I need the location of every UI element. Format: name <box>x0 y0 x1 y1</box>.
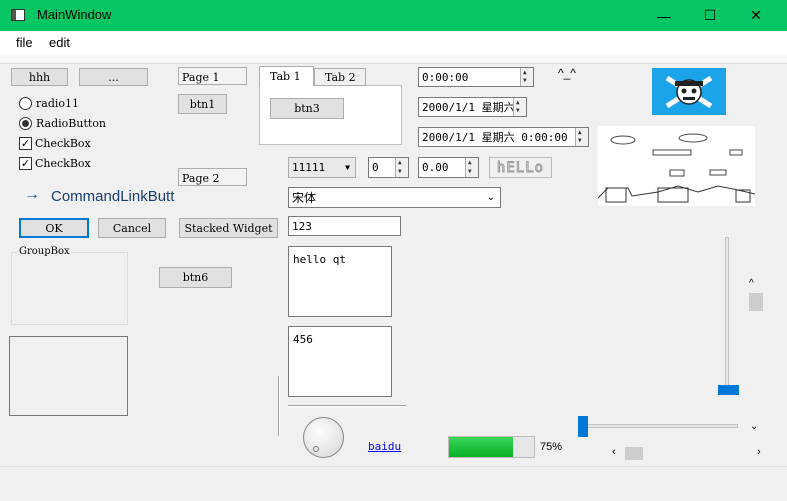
radiobutton-label: RadioButton <box>36 117 106 130</box>
chevron-right-icon[interactable]: › <box>757 446 761 458</box>
date-edit-spin[interactable] <box>513 98 526 116</box>
chevron-down-icon: ▼ <box>345 163 350 172</box>
stacked-widget-button[interactable]: Stacked Widget <box>179 218 278 238</box>
time-edit[interactable]: 0:00:00 <box>418 67 534 87</box>
dial-notch <box>313 446 319 452</box>
time-edit-value: 0:00:00 <box>422 70 469 84</box>
vertical-slider-track <box>725 237 729 395</box>
checkbox-1-label: CheckBox <box>35 137 91 150</box>
btn1-button[interactable]: btn1 <box>178 94 227 114</box>
checkbox-1[interactable]: ✓ <box>19 137 32 150</box>
checkbox-2-label: CheckBox <box>35 157 91 170</box>
spin-box-arrows[interactable] <box>395 158 408 177</box>
frame <box>9 336 128 416</box>
checkbox-2[interactable]: ✓ <box>19 157 32 170</box>
arrow-right-icon: → <box>24 186 40 203</box>
vertical-line <box>278 376 280 436</box>
text-edit-1[interactable]: hello qt <box>288 246 392 317</box>
btn3-button[interactable]: btn3 <box>270 98 344 119</box>
combo-box-value: 11111 <box>292 161 326 174</box>
time-edit-spin[interactable] <box>520 68 533 86</box>
datetime-edit-value: 2000/1/1 星期六 0:00:00 <box>422 131 568 144</box>
window-title: MainWindow <box>37 7 112 22</box>
double-spin-box-arrows[interactable] <box>465 158 478 177</box>
datetime-edit[interactable]: 2000/1/1 星期六 0:00:00 <box>418 127 589 147</box>
maximize-button[interactable]: ☐ <box>687 0 733 31</box>
horizontal-scrollbar-thumb[interactable] <box>625 447 643 460</box>
progress-bar <box>448 436 535 458</box>
spin-box[interactable]: 0 <box>368 157 409 178</box>
progress-fill <box>449 437 513 457</box>
menu-edit[interactable]: edit <box>49 35 70 50</box>
text-edit-2[interactable]: 456 <box>288 326 392 397</box>
chevron-down-icon[interactable]: ⌄ <box>750 421 758 432</box>
menu-file[interactable]: file <box>16 35 33 50</box>
app-icon <box>11 9 25 21</box>
groupbox-title: GroupBox <box>17 246 72 257</box>
toolbox-page-2[interactable]: Page 2 <box>178 168 247 186</box>
skull-logo-image <box>652 68 726 115</box>
progress-label: 75% <box>540 441 563 453</box>
horizontal-slider-handle[interactable] <box>578 416 588 437</box>
tab-1[interactable]: Tab 1 <box>259 66 314 86</box>
hhh-button[interactable]: hhh <box>11 68 68 86</box>
double-spin-box[interactable]: 0.00 <box>418 157 479 178</box>
font-combo-box[interactable]: 宋体 ⌄ <box>288 187 501 208</box>
radio11-label: radio11 <box>36 97 79 110</box>
emoticon-label: ^_^ <box>558 66 576 80</box>
date-edit[interactable]: 2000/1/1 星期六 <box>418 97 527 117</box>
toolbox-page-1[interactable]: Page 1 <box>178 67 247 85</box>
spin-box-value: 0 <box>372 161 379 174</box>
horizontal-line <box>288 405 406 407</box>
close-button[interactable]: ✕ <box>733 0 779 31</box>
sketch-image <box>597 126 756 206</box>
radio11-radio[interactable] <box>19 97 32 110</box>
minimize-button[interactable]: — <box>641 0 687 31</box>
menu-bar <box>0 31 787 55</box>
dots-button[interactable]: ... <box>79 68 148 86</box>
ok-button[interactable]: OK <box>19 218 89 238</box>
line-edit[interactable]: 123 <box>288 216 401 236</box>
font-combo-value: 宋体 <box>292 191 317 205</box>
status-area <box>0 466 787 501</box>
chevron-down-icon: ⌄ <box>486 192 495 203</box>
tab-2[interactable]: Tab 2 <box>314 68 366 86</box>
radiobutton-radio[interactable] <box>19 117 32 130</box>
chevron-left-icon[interactable]: ‹ <box>612 446 616 458</box>
datetime-edit-spin[interactable] <box>575 128 588 146</box>
date-edit-value: 2000/1/1 星期六 <box>422 101 515 114</box>
btn6-button[interactable]: btn6 <box>159 267 232 288</box>
lcd-number: hELLo <box>489 157 552 178</box>
horizontal-slider-track <box>578 424 738 428</box>
chevron-up-icon[interactable]: ^ <box>749 278 754 289</box>
dial[interactable] <box>303 417 344 458</box>
vertical-scrollbar-thumb[interactable] <box>749 293 763 311</box>
toolbar-area <box>0 55 787 64</box>
command-link-button[interactable]: CommandLinkButt <box>51 188 185 205</box>
vertical-slider-handle[interactable] <box>718 385 739 395</box>
double-spin-box-value: 0.00 <box>422 161 449 174</box>
combo-box[interactable]: 11111 ▼ <box>288 157 356 178</box>
baidu-link[interactable]: baidu <box>368 440 401 453</box>
cancel-button[interactable]: Cancel <box>98 218 166 238</box>
groupbox-frame <box>11 252 128 325</box>
